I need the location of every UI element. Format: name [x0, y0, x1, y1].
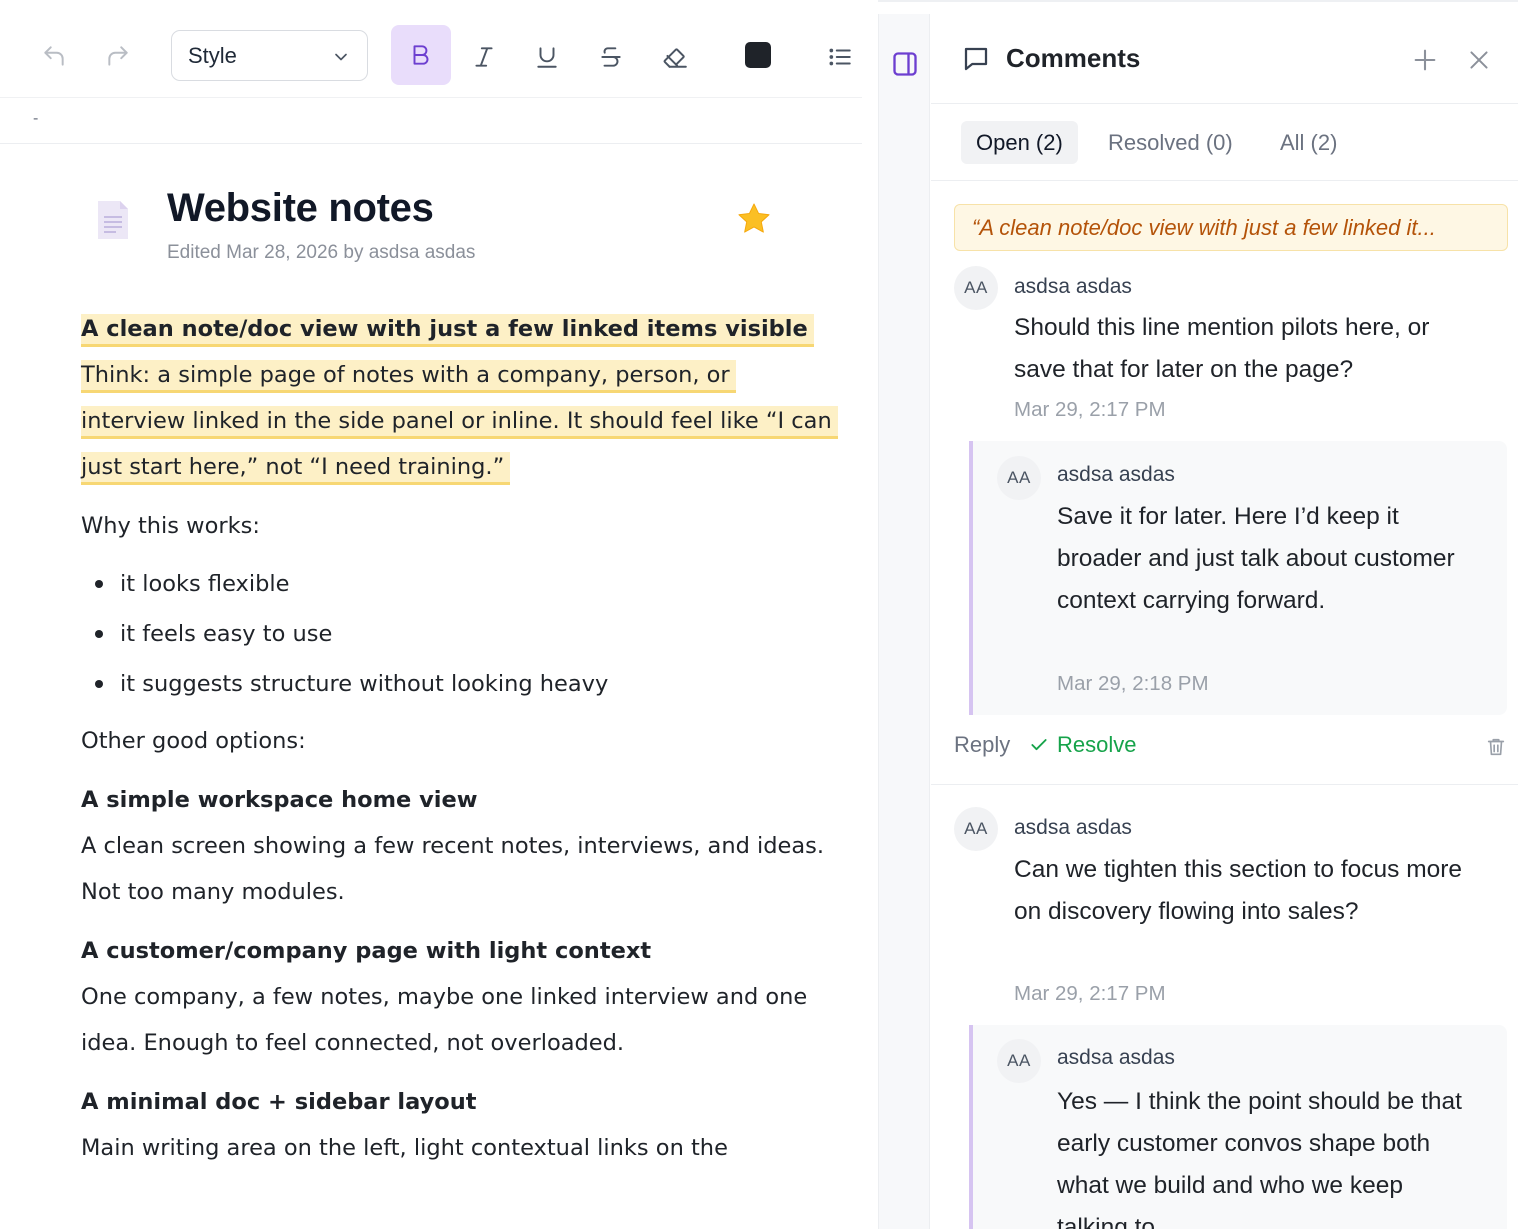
sidebar-toggle-icon[interactable] [891, 50, 919, 78]
list-item: it suggests structure without looking he… [81, 659, 841, 709]
strikethrough-button[interactable] [589, 35, 633, 79]
comment-actions: Reply Resolve [954, 730, 1508, 764]
text-color-swatch[interactable] [745, 42, 771, 68]
panel-toggle-strip [878, 14, 930, 1229]
section-text: Main writing area on the left, light con… [81, 1135, 728, 1161]
tab-open[interactable]: Open (2) [961, 121, 1078, 164]
reply-text: Save it for later. Here I’d keep it broa… [1057, 503, 1455, 614]
comment-author: asdsa asdas [1014, 275, 1132, 298]
undo-button[interactable] [32, 36, 76, 76]
tab-all[interactable]: All (2) [1265, 121, 1352, 164]
ruler-marker: - [33, 110, 39, 127]
bold-icon [413, 45, 429, 65]
reply-timestamp: Mar 29, 2:18 PM [1057, 672, 1209, 695]
strikethrough-icon [601, 47, 621, 67]
page-title[interactable]: Website notes [167, 186, 434, 231]
italic-button[interactable] [462, 35, 506, 79]
highlighted-paragraph: Think: a simple page of notes with a com… [81, 352, 841, 490]
style-dropdown[interactable]: Style [171, 30, 368, 81]
comment-timestamp: Mar 29, 2:17 PM [1014, 398, 1166, 421]
bullet-list: it looks flexible it feels easy to use i… [81, 559, 841, 709]
comment-text: Can we tighten this section to focus mor… [1014, 856, 1463, 925]
document-icon [98, 201, 128, 239]
undo-icon [44, 46, 64, 66]
why-label: Why this works: [81, 513, 260, 539]
redo-button[interactable] [96, 36, 140, 76]
comment-timestamp: Mar 29, 2:17 PM [1014, 982, 1166, 1005]
bullet-list-icon [829, 48, 851, 66]
reply-container: AA asdsa asdas Yes — I think the point s… [969, 1025, 1507, 1229]
reply-text: Yes — I think the point should be that e… [1057, 1088, 1462, 1229]
comments-header: Comments [931, 14, 1518, 104]
editor-pane: Style - Website notes Edited Mar 28, 202… [0, 0, 878, 1229]
bullet-list-button[interactable] [818, 35, 862, 79]
avatar: AA [997, 456, 1041, 500]
clear-format-button[interactable] [653, 35, 697, 79]
underline-icon [537, 47, 557, 68]
add-comment-icon[interactable] [1411, 46, 1439, 74]
underline-button[interactable] [525, 35, 569, 79]
close-icon[interactable] [1466, 47, 1492, 73]
section-text: One company, a few notes, maybe one link… [81, 984, 808, 1056]
tab-resolved[interactable]: Resolved (0) [1093, 121, 1248, 164]
reply-container: AA asdsa asdas Save it for later. Here I… [969, 441, 1507, 715]
comments-panel: Comments Open (2) Resolved (0) All (2) “… [931, 14, 1518, 1229]
avatar: AA [997, 1039, 1041, 1083]
avatar: AA [954, 807, 998, 851]
section-text: A clean screen showing a few recent note… [81, 833, 825, 905]
comment-author: asdsa asdas [1014, 816, 1132, 839]
redo-icon [108, 46, 128, 66]
star-icon[interactable] [735, 200, 773, 238]
chevron-down-icon [335, 53, 347, 61]
list-item: it looks flexible [81, 559, 841, 609]
section-heading: A simple workspace home view [81, 787, 478, 813]
avatar: AA [954, 266, 998, 310]
reply-author: asdsa asdas [1057, 463, 1175, 486]
edit-meta: Edited Mar 28, 2026 by asdsa asdas [167, 242, 476, 263]
other-options-label: Other good options: [81, 728, 306, 754]
comment-icon [964, 47, 988, 71]
reply-author: asdsa asdas [1057, 1046, 1175, 1069]
list-item: it feels easy to use [81, 609, 841, 659]
comment-text: Should this line mention pilots here, or… [1014, 314, 1430, 383]
thread-divider [931, 784, 1518, 785]
highlighted-heading: A clean note/doc view with just a few li… [81, 306, 841, 352]
document-body[interactable]: A clean note/doc view with just a few li… [81, 306, 841, 1171]
section-heading: A customer/company page with light conte… [81, 938, 652, 964]
style-dropdown-label: Style [188, 42, 237, 68]
quoted-selection[interactable]: “A clean note/doc view with just a few l… [954, 204, 1508, 251]
trash-icon[interactable] [1485, 736, 1507, 758]
resolve-button[interactable]: Resolve [1029, 732, 1136, 758]
comments-title: Comments [1006, 43, 1141, 73]
reply-button[interactable]: Reply [954, 732, 1010, 758]
check-icon [1031, 739, 1047, 751]
editor-subbar: - [0, 98, 862, 144]
comments-tabs: Open (2) Resolved (0) All (2) [931, 104, 1518, 181]
italic-icon [475, 47, 493, 67]
resolve-label: Resolve [1057, 732, 1137, 757]
editor-toolbar: Style [0, 14, 862, 98]
section-heading: A minimal doc + sidebar layout [81, 1089, 477, 1115]
eraser-icon [663, 48, 687, 68]
bold-button[interactable] [391, 25, 451, 85]
